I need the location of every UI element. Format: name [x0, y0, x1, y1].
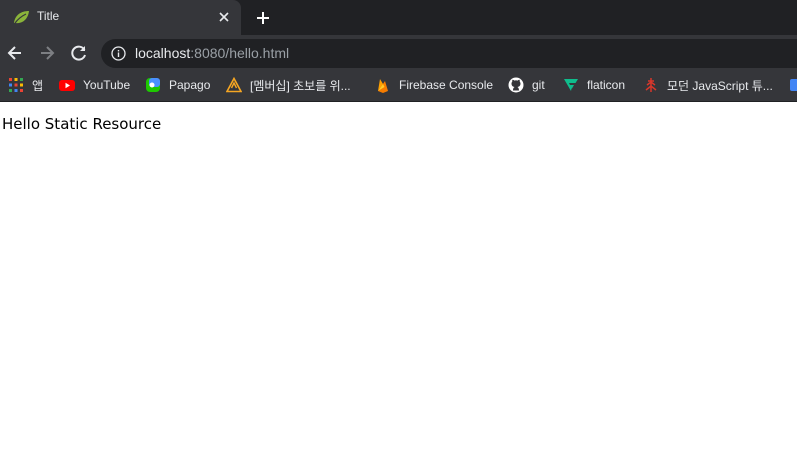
bookmark-label: Papago [169, 78, 211, 92]
bookmark-overflow[interactable] [790, 71, 797, 99]
bookmark-label: 모던 JavaScript 튜... [667, 78, 773, 93]
bookmark-apps[interactable]: 앱 [8, 71, 43, 99]
back-arrow-icon[interactable] [5, 43, 25, 63]
bookmark-firebase[interactable]: Firebase Console [375, 71, 493, 99]
reload-icon[interactable] [69, 43, 89, 63]
url-host: localhost [135, 45, 191, 61]
bookmark-label: Firebase Console [399, 78, 494, 92]
papago-icon [146, 78, 160, 92]
spring-leaf-icon [14, 11, 29, 24]
close-icon[interactable] [217, 10, 231, 24]
bookmark-flaticon[interactable]: flaticon [563, 71, 625, 99]
bookmark-papago[interactable]: Papago [145, 71, 210, 99]
bookmarks-bar: 앱 YouTube Papago [멤버십] 초보를 위... Firebase… [0, 71, 797, 102]
bookmark-label: [멤버십] 초보를 위... [250, 78, 351, 93]
apps-grid-icon [9, 78, 23, 92]
tab-title: Title [37, 9, 60, 23]
tab-active[interactable]: Title [0, 0, 241, 35]
firebase-icon [378, 79, 388, 93]
new-tab-icon[interactable] [254, 9, 272, 27]
bookmark-membership[interactable]: [멤버십] 초보를 위... [226, 71, 351, 99]
forward-arrow-icon[interactable] [37, 43, 57, 63]
bookmark-label: flaticon [587, 78, 626, 92]
warning-triangle-icon [226, 77, 242, 93]
bookmark-git[interactable]: git [508, 71, 545, 99]
bookmark-label: YouTube [83, 78, 131, 92]
bookmark-partial-icon [790, 79, 797, 91]
github-icon [508, 77, 524, 93]
url-path: :8080/hello.html [190, 45, 290, 61]
toolbar: localhost:8080/hello.html [0, 35, 797, 71]
url-text[interactable]: localhost:8080/hello.html [135, 45, 289, 61]
bookmark-label: 앱 [32, 78, 44, 93]
tab-strip: Title [0, 0, 797, 35]
info-icon[interactable] [111, 46, 126, 61]
bookmark-youtube[interactable]: YouTube [59, 71, 130, 99]
page-body-text: Hello Static Resource [2, 115, 162, 133]
bookmark-modern-js[interactable]: 모던 JavaScript 튜... [643, 71, 773, 99]
flaticon-icon [564, 79, 578, 91]
js-tutorial-icon [645, 78, 657, 92]
youtube-icon [59, 80, 75, 91]
address-bar[interactable]: localhost:8080/hello.html [101, 39, 797, 68]
bookmark-label: git [532, 78, 545, 92]
page-content: Hello Static Resource [0, 103, 797, 457]
